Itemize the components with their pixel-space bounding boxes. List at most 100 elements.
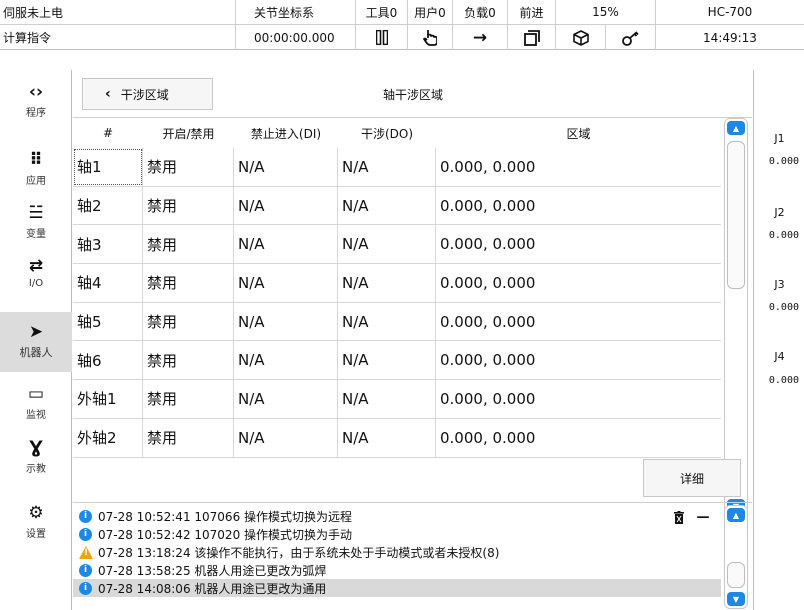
table-row[interactable]: 外轴1 禁用 N/A N/A 0.000, 0.000 <box>73 380 721 419</box>
table-row[interactable]: 轴1 禁用 N/A N/A 0.000, 0.000 <box>73 148 721 187</box>
minimize-icon[interactable]: — <box>694 507 712 527</box>
cell-enable[interactable]: 禁用 <box>143 341 234 380</box>
cell-axis[interactable]: 轴2 <box>73 186 143 225</box>
robot-model: HC-700 <box>655 0 804 24</box>
cell-region[interactable]: 0.000, 0.000 <box>436 148 721 186</box>
nav-item-program[interactable]: ‹› 程序 <box>0 82 72 127</box>
log-text: 07-28 13:18:24 该操作不能执行，由于系统未处于手动模式或者未授权(… <box>98 545 500 560</box>
cell-axis[interactable]: 轴1 <box>73 148 143 186</box>
nav-item-robot[interactable]: ➤ 机器人 <box>0 312 72 372</box>
nav-item-monitor[interactable]: ▭ 监视 <box>0 384 72 429</box>
cell-region[interactable]: 0.000, 0.000 <box>436 187 721 225</box>
col-header: 开启/禁用 <box>162 126 215 141</box>
cell-region[interactable]: 0.000, 0.000 <box>436 264 721 302</box>
table-scrollbar[interactable]: ▲ ▼ <box>724 118 748 516</box>
trash-icon[interactable] <box>670 507 688 527</box>
cell-do[interactable]: N/A <box>338 341 436 380</box>
log-entry[interactable]: i 07-28 10:52:42 107020 操作模式切换为手动 <box>73 525 721 543</box>
log-entry[interactable]: i 07-28 14:08:06 机器人用途已更改为通用 <box>73 579 721 597</box>
table-row[interactable]: 轴2 禁用 N/A N/A 0.000, 0.000 <box>73 186 721 226</box>
cell-enable[interactable]: 禁用 <box>143 186 234 225</box>
cell-di[interactable]: N/A <box>234 341 338 380</box>
scroll-up-icon[interactable]: ▲ <box>727 121 745 135</box>
key-button[interactable] <box>605 25 655 50</box>
cell-axis[interactable]: 轴5 <box>73 302 143 341</box>
pause-button[interactable] <box>355 25 407 50</box>
joint-value: 0.000 <box>768 375 799 386</box>
cell-enable[interactable]: 禁用 <box>143 380 234 418</box>
speed-percent[interactable]: 15% <box>555 0 655 24</box>
cube-button[interactable] <box>555 25 605 50</box>
nav-item-variables[interactable]: ☱ 变量 <box>0 203 72 248</box>
load-select[interactable]: 负载0 <box>452 0 507 24</box>
cell-di[interactable]: N/A <box>234 418 338 457</box>
table-row[interactable]: 轴6 禁用 N/A N/A 0.000, 0.000 <box>73 341 721 381</box>
scroll-down-icon[interactable]: ▼ <box>727 592 745 606</box>
joint-value: 0.000 <box>768 230 799 241</box>
table-row[interactable]: 轴5 禁用 N/A N/A 0.000, 0.000 <box>73 302 721 342</box>
status-row-1: 伺服未上电 关节坐标系 工具0 用户0 负载0 前进 15% HC-700 <box>0 0 804 25</box>
robot-icon: ➤ <box>28 322 44 342</box>
cell-do[interactable]: N/A <box>338 418 436 457</box>
arrow-right-icon[interactable]: → <box>452 25 507 50</box>
cell-enable[interactable]: 禁用 <box>143 264 234 302</box>
cell-axis[interactable]: 轴6 <box>73 341 143 380</box>
cell-enable[interactable]: 禁用 <box>143 418 234 457</box>
col-header: 区域 <box>566 126 591 141</box>
scroll-thumb[interactable] <box>727 562 745 588</box>
nav-item-teach[interactable]: Ɣ 示教 <box>0 438 72 483</box>
tool-select[interactable]: 工具0 <box>355 0 407 24</box>
cell-axis[interactable]: 轴4 <box>73 264 143 302</box>
nav-label: 设置 <box>26 529 46 540</box>
cell-do[interactable]: N/A <box>338 186 436 225</box>
col-header: # <box>102 126 114 140</box>
scroll-thumb[interactable] <box>727 141 745 289</box>
nav-item-apps[interactable]: ⠿ 应用 <box>0 150 72 195</box>
log-entry[interactable]: ! 07-28 13:18:24 该操作不能执行，由于系统未处于手动模式或者未授… <box>73 543 721 561</box>
cell-enable[interactable]: 禁用 <box>143 302 234 341</box>
cell-do[interactable]: N/A <box>338 148 436 186</box>
log-entry[interactable]: i 07-28 13:58:25 机器人用途已更改为弧焊 <box>73 561 721 579</box>
table-row[interactable]: 轴3 禁用 N/A N/A 0.000, 0.000 <box>73 225 721 265</box>
interference-table: 轴1 禁用 N/A N/A 0.000, 0.000 轴2 禁用 N/A N/A… <box>73 148 721 515</box>
scroll-up-icon[interactable]: ▲ <box>727 508 745 522</box>
direction-status[interactable]: 前进 <box>507 0 555 24</box>
cell-axis[interactable]: 外轴2 <box>73 418 143 457</box>
code-icon: ‹› <box>28 82 43 102</box>
cell-do[interactable]: N/A <box>338 264 436 302</box>
key-icon <box>621 30 639 46</box>
nav-item-settings[interactable]: ⚙ 设置 <box>0 503 72 548</box>
cell-di[interactable]: N/A <box>234 148 338 186</box>
cell-enable[interactable]: 禁用 <box>143 148 234 186</box>
cell-di[interactable]: N/A <box>234 264 338 302</box>
cell-region[interactable]: 0.000, 0.000 <box>436 225 721 263</box>
cell-axis[interactable]: 外轴1 <box>73 380 143 418</box>
cell-region[interactable]: 0.000, 0.000 <box>436 341 721 379</box>
cell-axis[interactable]: 轴3 <box>73 225 143 264</box>
table-row[interactable]: 轴4 禁用 N/A N/A 0.000, 0.000 <box>73 264 721 303</box>
cell-di[interactable]: N/A <box>234 380 338 418</box>
nav-item-io[interactable]: ⇄ I/O <box>0 256 72 301</box>
frame-button[interactable] <box>507 25 555 50</box>
log-scrollbar[interactable]: ▲ ▼ <box>724 505 748 609</box>
log-entry[interactable]: i 07-28 10:52:41 107066 操作模式切换为远程 <box>73 507 721 525</box>
cell-di[interactable]: N/A <box>234 302 338 341</box>
page-title: 轴干涉区域 <box>382 87 443 102</box>
info-icon: i <box>79 581 92 595</box>
cell-region[interactable]: 0.000, 0.000 <box>436 380 721 418</box>
cell-di[interactable]: N/A <box>234 186 338 225</box>
cell-enable[interactable]: 禁用 <box>143 225 234 264</box>
detail-button[interactable]: 详细 <box>643 459 741 497</box>
coord-system[interactable]: 关节坐标系 <box>235 0 355 24</box>
cell-region[interactable]: 0.000, 0.000 <box>436 419 721 457</box>
back-button[interactable]: ‹ 干涉区域 <box>82 78 213 110</box>
cell-di[interactable]: N/A <box>234 225 338 264</box>
user-frame-select[interactable]: 用户0 <box>407 0 452 24</box>
joint-value: 0.000 <box>768 156 799 167</box>
cell-do[interactable]: N/A <box>338 380 436 418</box>
cell-region[interactable]: 0.000, 0.000 <box>436 303 721 341</box>
hand-mode-button[interactable] <box>407 25 452 50</box>
cell-do[interactable]: N/A <box>338 225 436 264</box>
cell-do[interactable]: N/A <box>338 302 436 341</box>
table-row[interactable]: 外轴2 禁用 N/A N/A 0.000, 0.000 <box>73 418 721 458</box>
